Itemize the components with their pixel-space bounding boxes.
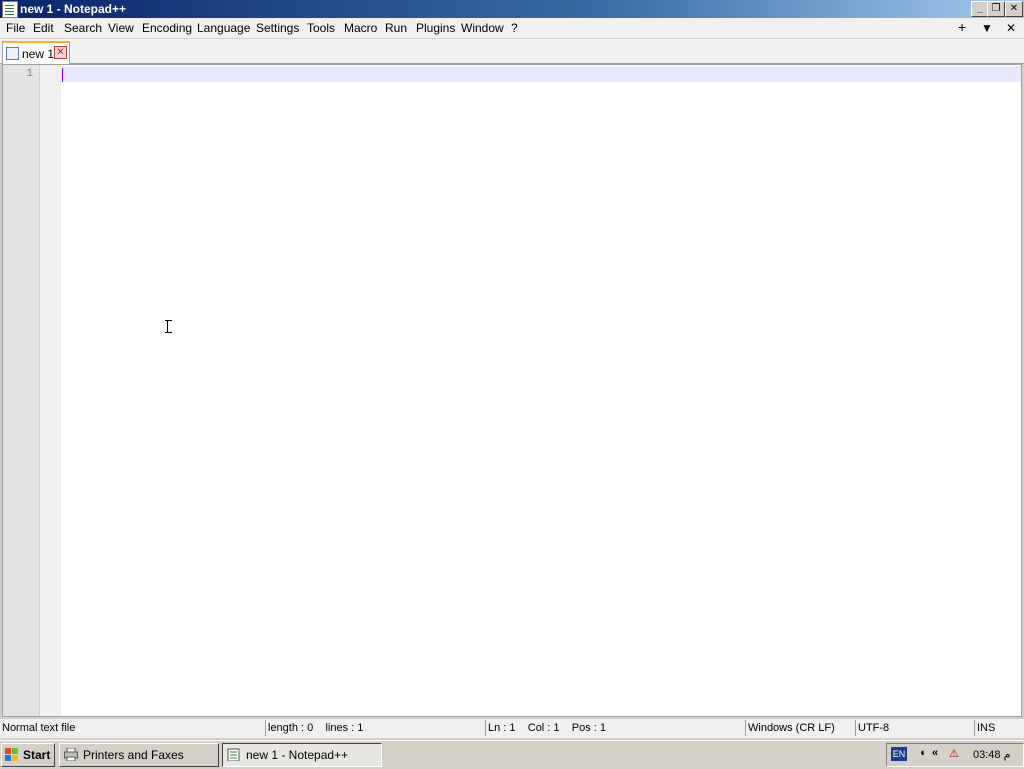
volume-icon[interactable]: ◖ bbox=[919, 747, 926, 759]
start-label: Start bbox=[23, 748, 51, 762]
tab-label: new 1 bbox=[22, 47, 55, 61]
menu-run[interactable]: Run bbox=[385, 21, 407, 35]
network-alert-icon[interactable]: ⚠ bbox=[949, 747, 959, 760]
document-icon bbox=[6, 47, 19, 60]
tab-bar: new 1 ✕ bbox=[0, 39, 1024, 64]
menu-settings[interactable]: Settings bbox=[256, 21, 299, 35]
menu-bar: File Edit Search View Encoding Language … bbox=[0, 18, 1024, 39]
new-tab-button[interactable]: + bbox=[958, 19, 966, 35]
status-length-lines: length : 0 lines : 1 bbox=[265, 720, 483, 736]
line-number-gutter: 1 bbox=[3, 65, 40, 716]
status-bar: Normal text file length : 0 lines : 1 Ln… bbox=[0, 719, 1024, 738]
clock[interactable]: 03:48 م bbox=[973, 748, 1010, 761]
restore-button[interactable]: ❐ bbox=[987, 1, 1005, 17]
printer-icon bbox=[64, 748, 78, 761]
menu-plugins[interactable]: Plugins bbox=[416, 21, 455, 35]
taskbar: Start Printers and Faxes new 1 - Notepad… bbox=[0, 740, 1024, 769]
taskbar-printers-and-faxes[interactable]: Printers and Faxes bbox=[59, 743, 219, 767]
tab-close-icon[interactable]: ✕ bbox=[54, 46, 67, 59]
text-caret bbox=[62, 68, 63, 82]
editor-area[interactable]: 1 bbox=[2, 64, 1022, 717]
tab-list-dropdown[interactable]: ▼ bbox=[981, 21, 993, 35]
notepadpp-icon[interactable] bbox=[2, 1, 18, 18]
menu-search[interactable]: Search bbox=[64, 21, 102, 35]
menu-view[interactable]: View bbox=[108, 21, 134, 35]
status-encoding[interactable]: UTF-8 bbox=[855, 720, 972, 736]
menu-window[interactable]: Window bbox=[461, 21, 504, 35]
line-number: 1 bbox=[26, 68, 33, 80]
fold-margin[interactable] bbox=[40, 65, 61, 716]
status-file-type: Normal text file bbox=[2, 722, 76, 734]
notepad-icon bbox=[227, 748, 240, 761]
menu-tools[interactable]: Tools bbox=[307, 21, 335, 35]
start-button[interactable]: Start bbox=[1, 743, 55, 767]
menu-help[interactable]: ? bbox=[511, 21, 518, 35]
menu-edit[interactable]: Edit bbox=[33, 21, 54, 35]
task-label: Printers and Faxes bbox=[83, 748, 184, 762]
menu-macro[interactable]: Macro bbox=[344, 21, 377, 35]
system-tray: EN ◖ « ⚠ 03:48 م bbox=[886, 743, 1024, 767]
status-position: Ln : 1 Col : 1 Pos : 1 bbox=[485, 720, 743, 736]
taskbar-notepadpp[interactable]: new 1 - Notepad++ bbox=[222, 743, 382, 767]
close-document-button[interactable]: ✕ bbox=[1006, 21, 1016, 35]
tab-new-1[interactable]: new 1 ✕ bbox=[2, 41, 70, 64]
status-insert-mode[interactable]: INS bbox=[974, 720, 1023, 736]
task-label: new 1 - Notepad++ bbox=[246, 748, 349, 762]
ibeam-cursor-icon bbox=[165, 320, 172, 333]
status-eol[interactable]: Windows (CR LF) bbox=[745, 720, 852, 736]
menu-file[interactable]: File bbox=[6, 21, 25, 35]
window-title: new 1 - Notepad++ bbox=[20, 2, 127, 16]
chevron-left-icon[interactable]: « bbox=[932, 747, 938, 759]
title-bar[interactable]: new 1 - Notepad++ _ ❐ ✕ bbox=[0, 0, 1024, 18]
current-line-highlight bbox=[61, 66, 1021, 82]
windows-logo-icon bbox=[5, 748, 19, 762]
menu-language[interactable]: Language bbox=[197, 21, 250, 35]
close-button[interactable]: ✕ bbox=[1005, 1, 1023, 17]
language-indicator[interactable]: EN bbox=[891, 747, 907, 761]
menu-encoding[interactable]: Encoding bbox=[142, 21, 192, 35]
